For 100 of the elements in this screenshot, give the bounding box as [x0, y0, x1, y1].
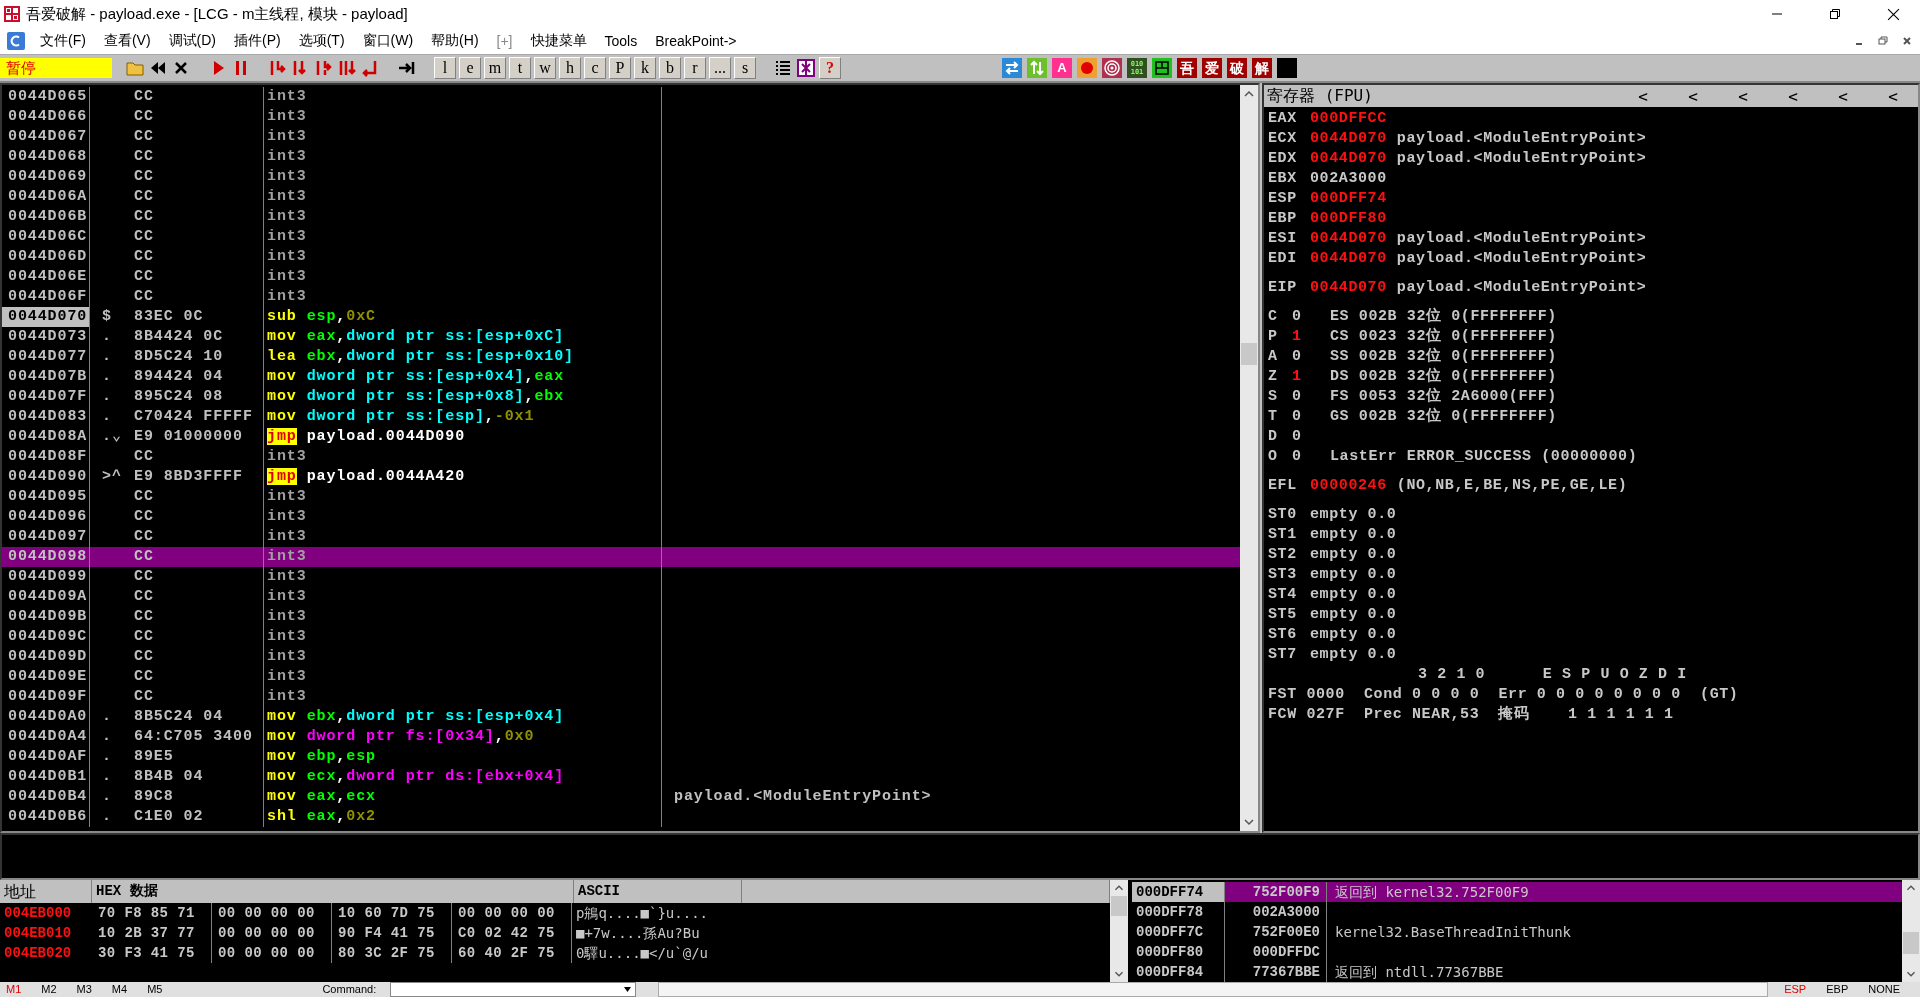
close-icon[interactable]	[1887, 7, 1900, 21]
code-row[interactable]: 0044D0AF . 89E5 mov ebp,esp	[2, 747, 1240, 767]
flag-value[interactable]: 0	[1292, 447, 1314, 467]
column-header[interactable]: ASCII	[574, 880, 742, 903]
grid-icon[interactable]	[796, 58, 816, 78]
scroll-thumb[interactable]	[1241, 343, 1257, 365]
stack-row[interactable]: 000DFF7C 752F00E0 kernel32.BaseThreadInitThunk	[1132, 922, 1902, 942]
register-value[interactable]: 0044D070	[1310, 149, 1387, 169]
code-row[interactable]: 0044D09E CC int3	[2, 667, 1240, 687]
menu-item[interactable]: 文件(F)	[31, 32, 95, 50]
scrollbar[interactable]	[1240, 85, 1258, 831]
code-row[interactable]: 0044D09B CC int3	[2, 607, 1240, 627]
dropdown-arrow-icon[interactable]	[623, 985, 633, 994]
menu-item[interactable]: 插件(P)	[225, 32, 290, 50]
toolbar-button[interactable]: m	[484, 57, 506, 79]
arrow-button[interactable]: <	[1618, 86, 1668, 106]
toolbar-button[interactable]: r	[684, 57, 706, 79]
menu-item[interactable]: 选项(T)	[289, 32, 354, 50]
stack-row[interactable]: 000DFF80 000DFFDC	[1132, 942, 1902, 962]
mode-tab[interactable]: ESP	[1784, 982, 1807, 997]
stack-row[interactable]: 000DFF78 002A3000	[1132, 902, 1902, 922]
code-row[interactable]: 0044D095 CC int3	[2, 487, 1240, 507]
flag-value[interactable]: 1	[1292, 367, 1314, 387]
code-row[interactable]: 0044D09C CC int3	[2, 627, 1240, 647]
toolbar-button[interactable]: w	[534, 57, 556, 79]
register-value[interactable]: 00000246	[1310, 476, 1387, 496]
flag-value[interactable]: 1	[1292, 327, 1314, 347]
code-row[interactable]: 0044D0A0 . 8B5C24 04 mov ebx,dword ptr ss:[esp+0x4]	[2, 707, 1240, 727]
code-row[interactable]: 0044D06D CC int3	[2, 247, 1240, 267]
flag-value[interactable]: 0	[1292, 347, 1314, 367]
trace-into-icon[interactable]	[314, 58, 334, 78]
toolbar-button[interactable]: t	[509, 57, 531, 79]
chevron-down-icon[interactable]	[1906, 971, 1916, 977]
code-row[interactable]: 0044D09F CC int3	[2, 687, 1240, 707]
register-value[interactable]: 0044D070	[1310, 278, 1387, 298]
code-row[interactable]: 0044D07B . 894424 04 mov dword ptr ss:[esp+0x4],eax	[2, 367, 1240, 387]
toolbar-button[interactable]: h	[559, 57, 581, 79]
register-value[interactable]: 0044D070	[1310, 229, 1387, 249]
code-row[interactable]: 0044D077 . 8D5C24 10 lea ebx,dword ptr ss:[esp+0x10]	[2, 347, 1240, 367]
toolbar-button[interactable]: 吾	[1177, 58, 1197, 78]
code-row[interactable]: 0044D069 CC int3	[2, 167, 1240, 187]
menu-item[interactable]: [+]	[487, 33, 522, 49]
toolbar-button[interactable]: e	[459, 57, 481, 79]
arrow-button[interactable]: <	[1868, 86, 1918, 106]
target-icon[interactable]	[1102, 58, 1122, 78]
code-row[interactable]: 0044D08F CC int3	[2, 447, 1240, 467]
column-header[interactable]: HEX 数据	[92, 880, 574, 903]
marker-tab[interactable]: M1	[6, 982, 22, 997]
toolbar-button[interactable]: 爱	[1202, 58, 1222, 78]
code-row[interactable]: 0044D0A4 . 64:C705 3400 mov dword ptr fs:[0x34],0x0	[2, 727, 1240, 747]
code-row[interactable]: 0044D06C CC int3	[2, 227, 1240, 247]
chevron-up-icon[interactable]	[1906, 885, 1916, 891]
code-row[interactable]: 0044D0B1 . 8B4B 04 mov ecx,dword ptr ds:[ebx+0x4]	[2, 767, 1240, 787]
register-value[interactable]: 000DFF80	[1310, 209, 1387, 229]
toolbar-button[interactable]: l	[434, 57, 456, 79]
letter-c-icon[interactable]	[7, 32, 25, 50]
register-value[interactable]: 000DFFCC	[1310, 109, 1387, 129]
scrollbar[interactable]	[1110, 880, 1128, 982]
flag-value[interactable]: 0	[1292, 427, 1314, 447]
command-field[interactable]	[390, 982, 637, 997]
mode-tab[interactable]: EBP	[1826, 982, 1849, 997]
register-value[interactable]: 0044D070	[1310, 249, 1387, 269]
scroll-thumb[interactable]	[1111, 896, 1127, 916]
code-row[interactable]: 0044D067 CC int3	[2, 127, 1240, 147]
swap-icon[interactable]	[1002, 58, 1022, 78]
toolbar-button[interactable]: s	[734, 57, 756, 79]
code-row[interactable]: 0044D06B CC int3	[2, 207, 1240, 227]
code-row[interactable]: 0044D065 CC int3	[2, 87, 1240, 107]
menu-item[interactable]: BreakPoint->	[646, 33, 746, 49]
list-icon[interactable]	[773, 58, 793, 78]
code-row[interactable]: 0044D07F . 895C24 08 mov dword ptr ss:[esp+0x8],ebx	[2, 387, 1240, 407]
chevron-up-icon[interactable]	[1114, 885, 1124, 891]
toolbar-button[interactable]: c	[584, 57, 606, 79]
stack-row[interactable]: 000DFF74 752F00F9 返回到 kernel32.752F00F9	[1132, 882, 1902, 902]
chevron-down-icon[interactable]	[1114, 971, 1124, 977]
code-row[interactable]: 0044D0B4 . 89C8 mov eax,ecx payload.<ModuleEntryPoint>	[2, 787, 1240, 807]
code-row[interactable]: 0044D090 >^ E9 8BD3FFFF jmp payload.0044A420	[2, 467, 1240, 487]
code-row[interactable]: 0044D09D CC int3	[2, 647, 1240, 667]
register-value[interactable]: 002A3000	[1310, 169, 1387, 189]
mode-tab[interactable]: NONE	[1868, 982, 1900, 997]
toolbar-button[interactable]: P	[609, 57, 631, 79]
flag-value[interactable]: 0	[1292, 407, 1314, 427]
code-row[interactable]: 0044D096 CC int3	[2, 507, 1240, 527]
chevron-down-icon[interactable]	[1244, 819, 1254, 826]
code-row[interactable]: 0044D06E CC int3	[2, 267, 1240, 287]
record-icon[interactable]	[1077, 58, 1097, 78]
code-row[interactable]: 0044D06A CC int3	[2, 187, 1240, 207]
marker-tab[interactable]: M5	[147, 982, 163, 997]
chevron-up-icon[interactable]	[1244, 90, 1254, 97]
code-row[interactable]: 0044D08A .⌄ E9 01000000 jmp payload.0044D090	[2, 427, 1240, 447]
code-row[interactable]: 0044D083 . C70424 FFFFF mov dword ptr ss:[esp],-0x1	[2, 407, 1240, 427]
trace-over-icon[interactable]	[337, 58, 357, 78]
menu-item[interactable]: 快捷菜单	[521, 32, 596, 50]
flag-value[interactable]: 0	[1292, 307, 1314, 327]
scrollbar[interactable]	[1902, 880, 1920, 982]
code-row[interactable]: 0044D099 CC int3	[2, 567, 1240, 587]
marker-tab[interactable]: M2	[41, 982, 57, 997]
code-row[interactable]: 0044D068 CC int3	[2, 147, 1240, 167]
toolbar-button[interactable]: k	[634, 57, 656, 79]
marker-tab[interactable]: M4	[111, 982, 128, 997]
